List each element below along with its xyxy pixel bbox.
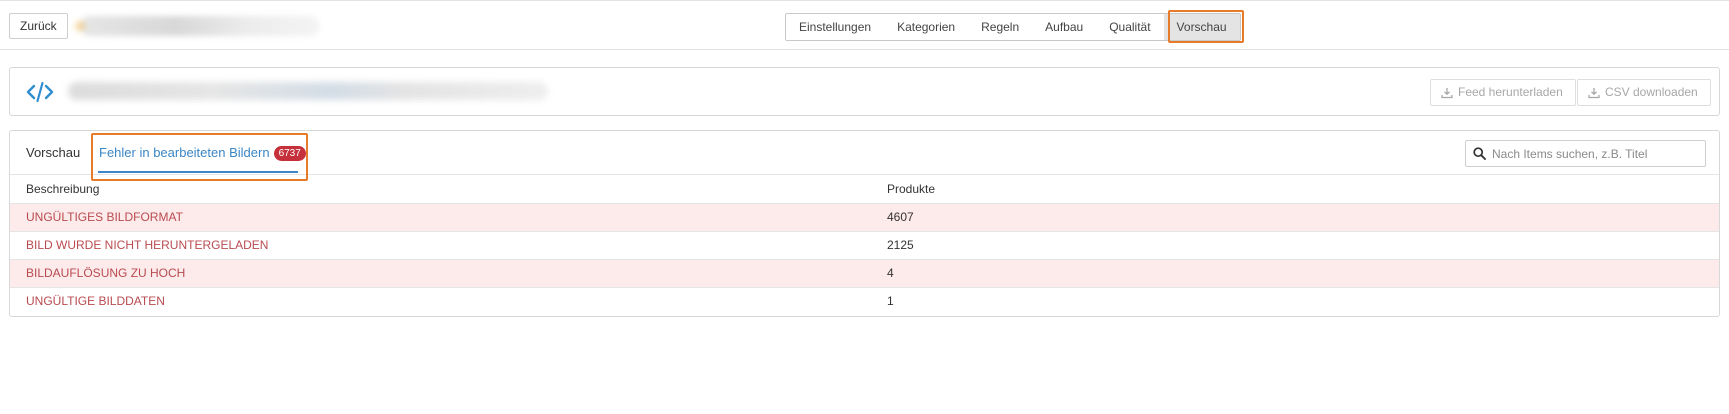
- error-product-count: 4607: [871, 203, 1719, 232]
- download-csv-label: CSV downloaden: [1605, 85, 1698, 99]
- tab-preview-label: Vorschau: [26, 145, 81, 160]
- tab-aufbau[interactable]: Aufbau: [1032, 14, 1096, 40]
- download-icon: [1441, 87, 1453, 98]
- tab-kategorien[interactable]: Kategorien: [884, 14, 968, 40]
- back-button[interactable]: Zurück: [9, 13, 68, 39]
- table-row[interactable]: BILD WURDE NICHT HERUNTERGELADEN 2125: [10, 231, 1719, 260]
- tab-image-errors-label: Fehler in bearbeiteten Bildern: [99, 145, 270, 160]
- feed-steps-tabs: Einstellungen Kategorien Regeln Aufbau Q…: [785, 13, 1241, 41]
- column-header-description[interactable]: Beschreibung: [10, 175, 871, 204]
- top-bar: Zurück Einstellungen Kategorien Regeln A…: [0, 0, 1729, 50]
- tab-einstellungen[interactable]: Einstellungen: [786, 14, 884, 40]
- feed-url-redacted: [68, 82, 548, 100]
- error-description: BILD WURDE NICHT HERUNTERGELADEN: [10, 231, 871, 260]
- errors-table: Beschreibung Produkte UNGÜLTIGES BILDFOR…: [10, 175, 1719, 315]
- download-icon: [1588, 87, 1600, 98]
- tab-vorschau[interactable]: Vorschau: [1163, 14, 1240, 40]
- feed-title-redacted: [76, 16, 320, 36]
- search-input[interactable]: [1492, 146, 1692, 161]
- error-count-badge: 6737: [273, 146, 306, 161]
- error-product-count: 2125: [871, 231, 1719, 260]
- table-row[interactable]: UNGÜLTIGES BILDFORMAT 4607: [10, 203, 1719, 232]
- error-description: UNGÜLTIGES BILDFORMAT: [10, 203, 871, 232]
- active-tab-underline: [98, 171, 298, 173]
- feed-panel: Feed herunterladen CSV downloaden: [9, 67, 1720, 116]
- download-csv-button[interactable]: CSV downloaden: [1577, 79, 1711, 106]
- tab-qualitaet[interactable]: Qualität: [1096, 14, 1163, 40]
- tab-preview[interactable]: Vorschau: [26, 145, 80, 160]
- table-header-row: Beschreibung Produkte: [10, 175, 1719, 204]
- tab-regeln[interactable]: Regeln: [968, 14, 1032, 40]
- error-description: BILDAUFLÖSUNG ZU HOCH: [10, 259, 871, 288]
- error-product-count: 4: [871, 259, 1719, 288]
- results-panel: Vorschau Fehler in bearbeiteten Bildern 6…: [9, 130, 1720, 317]
- column-header-products[interactable]: Produkte: [871, 175, 1719, 204]
- search-box: [1465, 140, 1706, 167]
- tab-image-errors[interactable]: Fehler in bearbeiteten Bildern 6737: [99, 145, 306, 161]
- table-row[interactable]: BILDAUFLÖSUNG ZU HOCH 4: [10, 259, 1719, 288]
- download-feed-button[interactable]: Feed herunterladen: [1430, 79, 1576, 106]
- error-description: UNGÜLTIGE BILDDATEN: [26, 294, 165, 309]
- error-product-count: 1: [887, 294, 894, 309]
- table-row[interactable]: UNGÜLTIGE BILDDATEN 1: [10, 287, 1719, 315]
- download-feed-label: Feed herunterladen: [1458, 85, 1563, 99]
- code-icon: [26, 81, 54, 103]
- search-icon: [1473, 147, 1486, 160]
- results-tabs: Vorschau Fehler in bearbeiteten Bildern 6…: [10, 131, 1719, 181]
